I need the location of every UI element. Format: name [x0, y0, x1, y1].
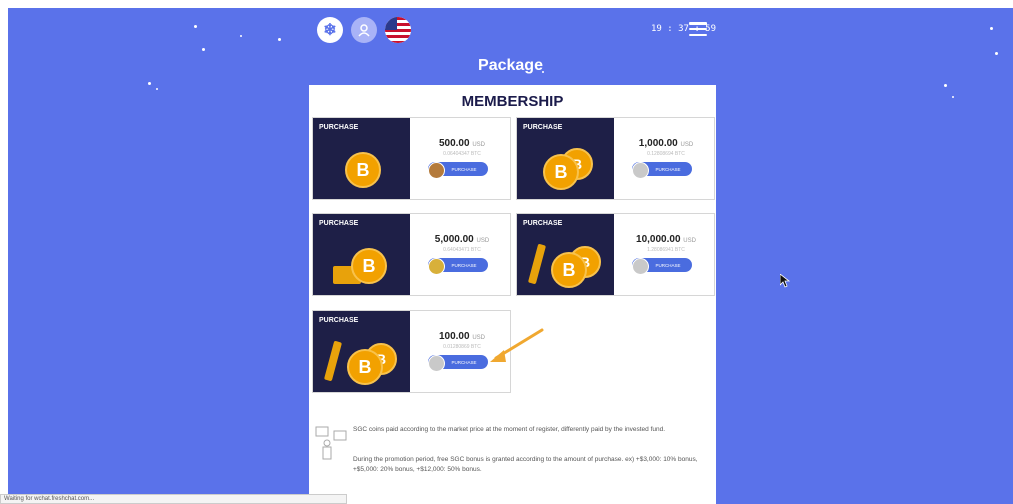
package-info: 10,000.00 USD 1.28086941 BTC PURCHASE [618, 214, 714, 295]
star-decoration [240, 35, 242, 37]
us-flag-icon[interactable] [385, 17, 411, 43]
purchase-tag: PURCHASE [319, 124, 359, 131]
package-image: PURCHASE B B [517, 118, 614, 199]
package-price: 1,000.00 USD [638, 138, 694, 149]
purchase-tag: PURCHASE [319, 220, 359, 227]
snowflake-icon[interactable]: ❄ [317, 17, 343, 43]
package-price: 10,000.00 USD [636, 234, 696, 245]
coin-icon [428, 258, 445, 275]
package-card-100: PURCHASE B B 100.00 USD 0.01280869 BTC P… [312, 310, 511, 393]
browser-status-bar: Waiting for wchat.freshchat.com... [0, 494, 347, 504]
coin-icon [632, 162, 649, 179]
star-decoration [148, 82, 151, 85]
package-card-1000: PURCHASE B B 1,000.00 USD 0.12808694 BTC… [516, 117, 715, 200]
bitcoin-coin-icon: B [345, 152, 381, 188]
star-decoration [952, 96, 954, 98]
mouse-cursor-icon [780, 274, 790, 288]
star-decoration [995, 52, 998, 55]
star-decoration [156, 88, 158, 90]
package-image: PURCHASE B [313, 118, 410, 199]
package-info: 1,000.00 USD 0.12808694 BTC PURCHASE [618, 118, 714, 199]
package-card-500: PURCHASE B 500.00 USD 0.06404347 BTC PUR… [312, 117, 511, 200]
coin-stack-icon [527, 243, 547, 285]
package-btc: 0.12808694 BTC [647, 151, 685, 157]
package-btc: 0.64043471 BTC [443, 247, 481, 253]
package-btc: 0.06404347 BTC [443, 151, 481, 157]
info-people-icon [315, 426, 347, 460]
package-image: PURCHASE B [313, 214, 410, 295]
bitcoin-coin-icon: B [551, 252, 587, 288]
package-info: 5,000.00 USD 0.64043471 BTC PURCHASE [414, 214, 510, 295]
purchase-tag: PURCHASE [319, 317, 359, 324]
package-btc: 1.28086941 BTC [647, 247, 685, 253]
bitcoin-coin-icon: B [347, 349, 383, 385]
coin-stack-icon [323, 340, 343, 382]
bitcoin-coin-icon: B [543, 154, 579, 190]
package-price: 500.00 USD [438, 138, 486, 149]
coin-icon [428, 355, 445, 372]
user-icon[interactable] [351, 17, 377, 43]
bitcoin-coin-icon: B [351, 248, 387, 284]
package-card-10000: PURCHASE B B 10,000.00 USD 1.28086941 BT… [516, 213, 715, 296]
star-decoration [990, 27, 993, 30]
star-decoration [944, 84, 947, 87]
package-info: 500.00 USD 0.06404347 BTC PURCHASE [414, 118, 510, 199]
info-note: During the promotion period, free SGC bo… [353, 456, 698, 473]
package-image: PURCHASE B B [517, 214, 614, 295]
coin-icon [428, 162, 445, 179]
package-price: 5,000.00 USD [434, 234, 490, 245]
page-background: ❄ 19 : 37 : 59 Package MEMBERSHIP PURCHA… [8, 8, 1013, 504]
panel-title: MEMBERSHIP [461, 93, 564, 110]
page-title: Package [478, 57, 543, 74]
package-card-5000: PURCHASE B 5,000.00 USD 0.64043471 BTC P… [312, 213, 511, 296]
star-decoration [278, 38, 281, 41]
hamburger-menu-icon[interactable] [689, 22, 707, 36]
header-icons: ❄ [317, 17, 411, 43]
purchase-tag: PURCHASE [523, 220, 563, 227]
annotation-arrow-icon [490, 328, 544, 362]
star-decoration [202, 48, 205, 51]
purchase-tag: PURCHASE [523, 124, 563, 131]
star-decoration [194, 25, 197, 28]
package-image: PURCHASE B B [313, 311, 410, 392]
info-note: SGC coins paid according to the market p… [353, 426, 666, 433]
coin-icon [632, 258, 649, 275]
